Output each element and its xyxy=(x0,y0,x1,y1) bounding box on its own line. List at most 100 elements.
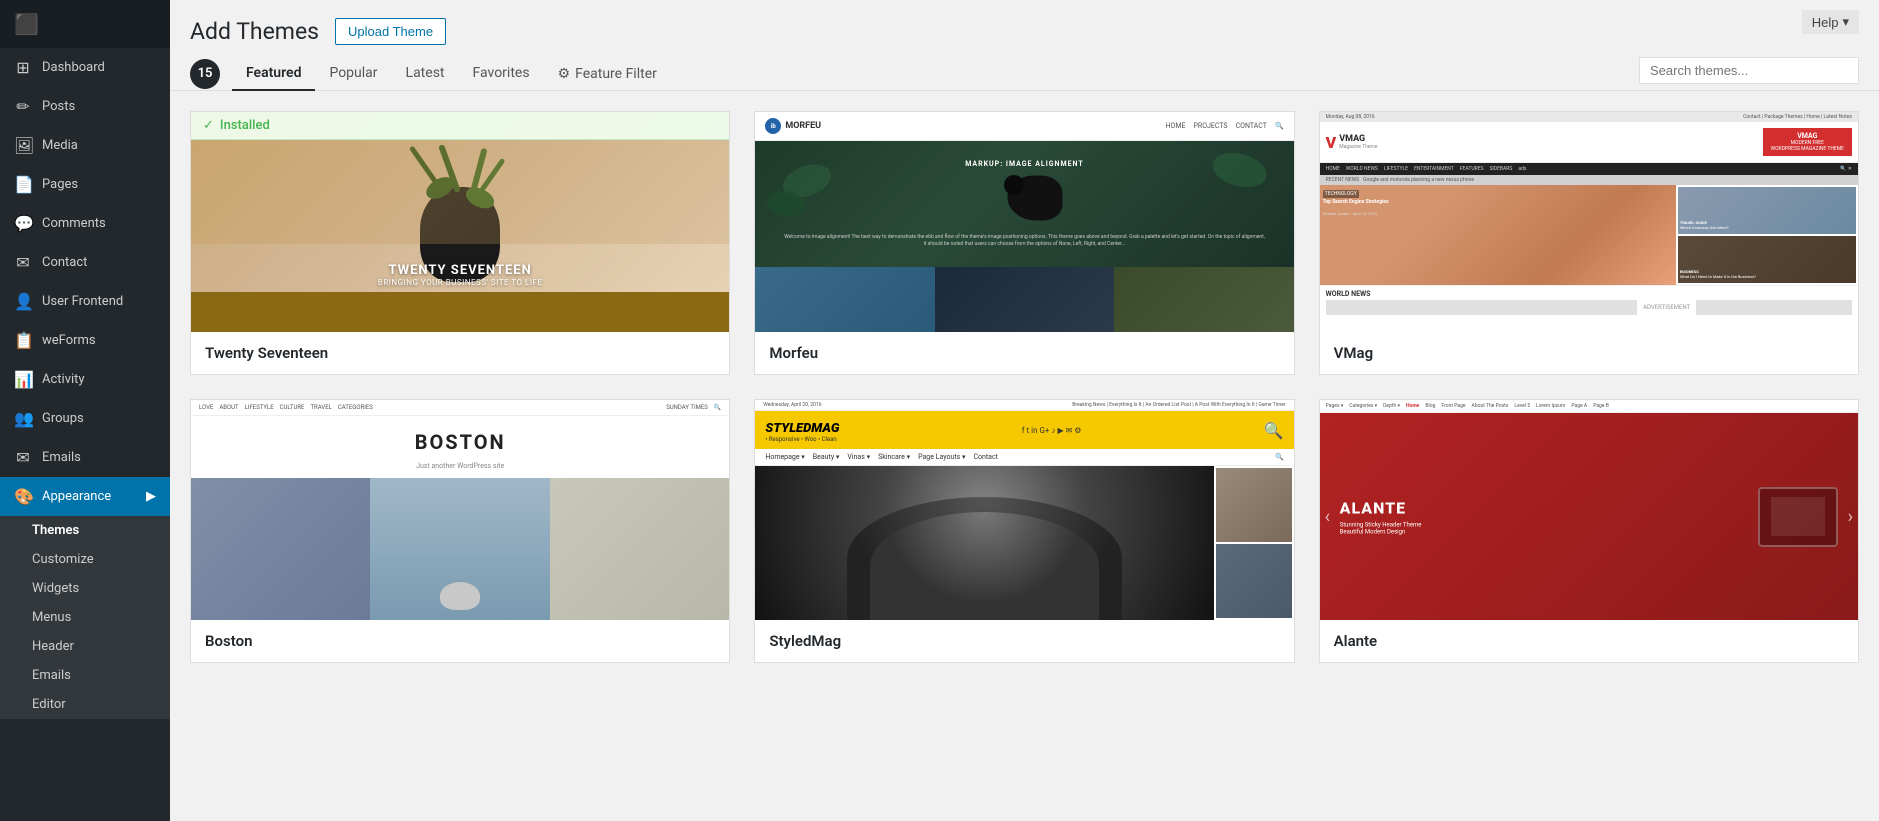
page-title: Add Themes xyxy=(190,18,319,45)
tab-latest[interactable]: Latest xyxy=(392,57,459,91)
styledmag-search-icon: 🔍 xyxy=(1264,421,1284,440)
theme-card-morfeu[interactable]: ib MORFEU HOME PROJECTS CONTACT 🔍 xyxy=(754,111,1294,375)
theme-screenshot: ib MORFEU HOME PROJECTS CONTACT 🔍 xyxy=(755,112,1293,332)
theme-preview-vmag: Monday, Aug 08, 2016 Contact | Package T… xyxy=(1320,112,1858,332)
vmag-nav: HOME WORLD NEWS LIFESTYLE ENTERTAINMENT … xyxy=(1320,163,1858,175)
theme-card-alante[interactable]: Pages ▾ Categories ▾ Depth ▾ Home Blog F… xyxy=(1319,399,1859,663)
vmag-breadcrumb-bar: RECENT NEWS Google and motorola planning… xyxy=(1320,175,1858,185)
morfeu-hero-desc: Welcome to image alignment! The best way… xyxy=(782,234,1267,248)
theme-card-boston[interactable]: LOVE ABOUT LIFESTYLE CULTURE TRAVEL CATE… xyxy=(190,399,730,663)
styledmag-logo-wrap: STYLEDMAG • Responsive • Woo • Clean xyxy=(765,417,839,443)
morfeu-logo-circle: ib xyxy=(765,118,781,134)
styledmag-tagline: • Responsive • Woo • Clean xyxy=(765,436,839,443)
sidebar-sub-editor[interactable]: Editor xyxy=(0,690,170,719)
boston-nav: LOVE ABOUT LIFESTYLE CULTURE TRAVEL CATE… xyxy=(191,400,729,416)
media-icon: 🖼 xyxy=(14,136,32,155)
morfeu-brand: MORFEU xyxy=(785,121,821,131)
alante-device-screen xyxy=(1771,497,1824,536)
sidebar-item-media[interactable]: 🖼 Media xyxy=(0,126,170,165)
vmag-news-placeholder-2 xyxy=(1696,300,1852,315)
sidebar-item-comments[interactable]: 💬 Comments xyxy=(0,204,170,243)
alante-device-mockup xyxy=(1758,487,1838,547)
alante-hero-sub1: Stunning Sticky Header Theme xyxy=(1340,521,1422,528)
theme-card-twenty-seventeen[interactable]: ✓ Installed TWE xyxy=(190,111,730,375)
vmag-hero-side: TRAVEL GUIDEWhich Company Ask More? BUSI… xyxy=(1676,185,1858,285)
sidebar-item-activity[interactable]: 📊 Activity xyxy=(0,360,170,399)
theme-subtitle-overlay: Bringing your business' site to life xyxy=(191,278,729,287)
sidebar-sub-themes[interactable]: Themes xyxy=(0,516,170,545)
help-label: Help xyxy=(1812,15,1839,30)
sidebar-item-label: User Frontend xyxy=(42,294,123,309)
sidebar-item-weforms[interactable]: 📋 weForms xyxy=(0,321,170,360)
sidebar-sub-customize[interactable]: Customize xyxy=(0,545,170,574)
theme-screenshot: LOVE ABOUT LIFESTYLE CULTURE TRAVEL CATE… xyxy=(191,400,729,620)
sidebar-sub-widgets[interactable]: Widgets xyxy=(0,574,170,603)
sidebar-item-pages[interactable]: 📄 Pages xyxy=(0,165,170,204)
theme-card-styledmag[interactable]: Wednesday, April 20, 2016 Breaking News … xyxy=(754,399,1294,663)
sidebar-item-posts[interactable]: ✏ Posts xyxy=(0,87,170,126)
sidebar-item-emails[interactable]: ✉ Emails xyxy=(0,438,170,477)
vmag-top-bar: Monday, Aug 08, 2016 Contact | Package T… xyxy=(1320,112,1858,122)
search-themes-wrapper xyxy=(1639,57,1859,90)
vmag-hero-main: TECHNOLOGY Top Search Engine Strategies … xyxy=(1320,185,1676,285)
morfeu-hero: MARKUP: IMAGE ALIGNMENT Welcome to image… xyxy=(755,141,1293,267)
vmag-logo-sub: Magazine Theme xyxy=(1339,144,1377,150)
sidebar-sub-header[interactable]: Header xyxy=(0,632,170,661)
installed-badge: ✓ Installed xyxy=(191,112,729,140)
posts-icon: ✏ xyxy=(14,97,32,116)
theme-screenshot: TWENTY SEVENTEEN Bringing your business'… xyxy=(191,112,729,332)
sidebar-item-appearance[interactable]: 🎨 Appearance ▶ xyxy=(0,477,170,516)
styledmag-social-icons: f t in G+ ♪ ▶ ✉ ⚙ xyxy=(1022,426,1082,435)
alante-brand-title: ALANTE xyxy=(1340,498,1422,517)
tab-feature-filter[interactable]: ⚙ Feature Filter xyxy=(544,58,671,90)
sidebar-item-dashboard[interactable]: ⊞ Dashboard xyxy=(0,48,170,87)
styledmag-hero xyxy=(755,466,1293,620)
alante-nav-top: Pages ▾ Categories ▾ Depth ▾ Home Blog F… xyxy=(1320,400,1858,413)
vmag-side-1: TRAVEL GUIDEWhich Company Ask More? xyxy=(1678,187,1856,234)
table-decoration xyxy=(191,292,729,332)
help-chevron-icon: ▾ xyxy=(1842,14,1849,30)
sidebar-item-contact[interactable]: ✉ Contact xyxy=(0,243,170,282)
alante-prev-icon[interactable]: ‹ xyxy=(1325,506,1330,527)
sidebar-sub-menus[interactable]: Menus xyxy=(0,603,170,632)
theme-title-overlay: TWENTY SEVENTEEN Bringing your business'… xyxy=(191,263,729,287)
morfeu-hero-title: MARKUP: IMAGE ALIGNMENT xyxy=(965,160,1084,168)
morfeu-thumb-2 xyxy=(935,267,1114,332)
styledmag-logo: STYLEDMAG xyxy=(765,421,839,436)
sidebar-sub-emails[interactable]: Emails xyxy=(0,661,170,690)
morfeu-nav: ib MORFEU HOME PROJECTS CONTACT 🔍 xyxy=(755,112,1293,141)
sidebar-item-user-frontend[interactable]: 👤 User Frontend xyxy=(0,282,170,321)
tab-featured[interactable]: Featured xyxy=(232,57,315,91)
gear-icon: ⚙ xyxy=(558,66,571,82)
theme-card-name: Boston xyxy=(191,620,729,662)
sidebar-item-label: Appearance xyxy=(42,489,111,504)
vmag-logo-text: VMAG xyxy=(1339,134,1365,144)
theme-card-name: VMag xyxy=(1320,332,1858,374)
page-header: Add Themes Upload Theme xyxy=(170,0,1879,45)
weforms-icon: 📋 xyxy=(14,331,32,350)
search-themes-input[interactable] xyxy=(1639,57,1859,84)
sidebar-item-groups[interactable]: 👥 Groups xyxy=(0,399,170,438)
sidebar-item-label: Comments xyxy=(42,216,106,231)
tab-popular[interactable]: Popular xyxy=(315,57,391,91)
theme-card-name: Morfeu xyxy=(755,332,1293,374)
theme-card-vmag[interactable]: Monday, Aug 08, 2016 Contact | Package T… xyxy=(1319,111,1859,375)
emails-icon: ✉ xyxy=(14,448,32,467)
boston-thumb-1 xyxy=(191,478,370,620)
morfeu-nav-links: HOME PROJECTS CONTACT 🔍 xyxy=(1166,122,1284,130)
upload-theme-button[interactable]: Upload Theme xyxy=(335,18,446,45)
sidebar-item-label: Pages xyxy=(42,177,78,192)
theme-card-name: Twenty Seventeen xyxy=(191,332,729,374)
vmag-world-news-label: WORLD NEWS xyxy=(1326,290,1852,298)
styledmag-nav: Homepage ▾ Beauty ▾ Vinas ▾ Skincare ▾ P… xyxy=(755,449,1293,466)
appearance-icon: 🎨 xyxy=(14,487,32,506)
styledmag-nav-search: 🔍 xyxy=(1275,453,1284,461)
tab-favorites[interactable]: Favorites xyxy=(459,57,544,91)
styledmag-side-1 xyxy=(1216,468,1292,542)
alante-next-icon[interactable]: › xyxy=(1848,506,1853,527)
theme-count-badge: 15 xyxy=(190,59,220,89)
themes-tabs-bar: 15 Featured Popular Latest Favorites ⚙ F… xyxy=(170,45,1879,91)
alante-hero: ALANTE Stunning Sticky Header Theme Beau… xyxy=(1320,413,1858,620)
help-button[interactable]: Help ▾ xyxy=(1802,10,1859,34)
groups-icon: 👥 xyxy=(14,409,32,428)
